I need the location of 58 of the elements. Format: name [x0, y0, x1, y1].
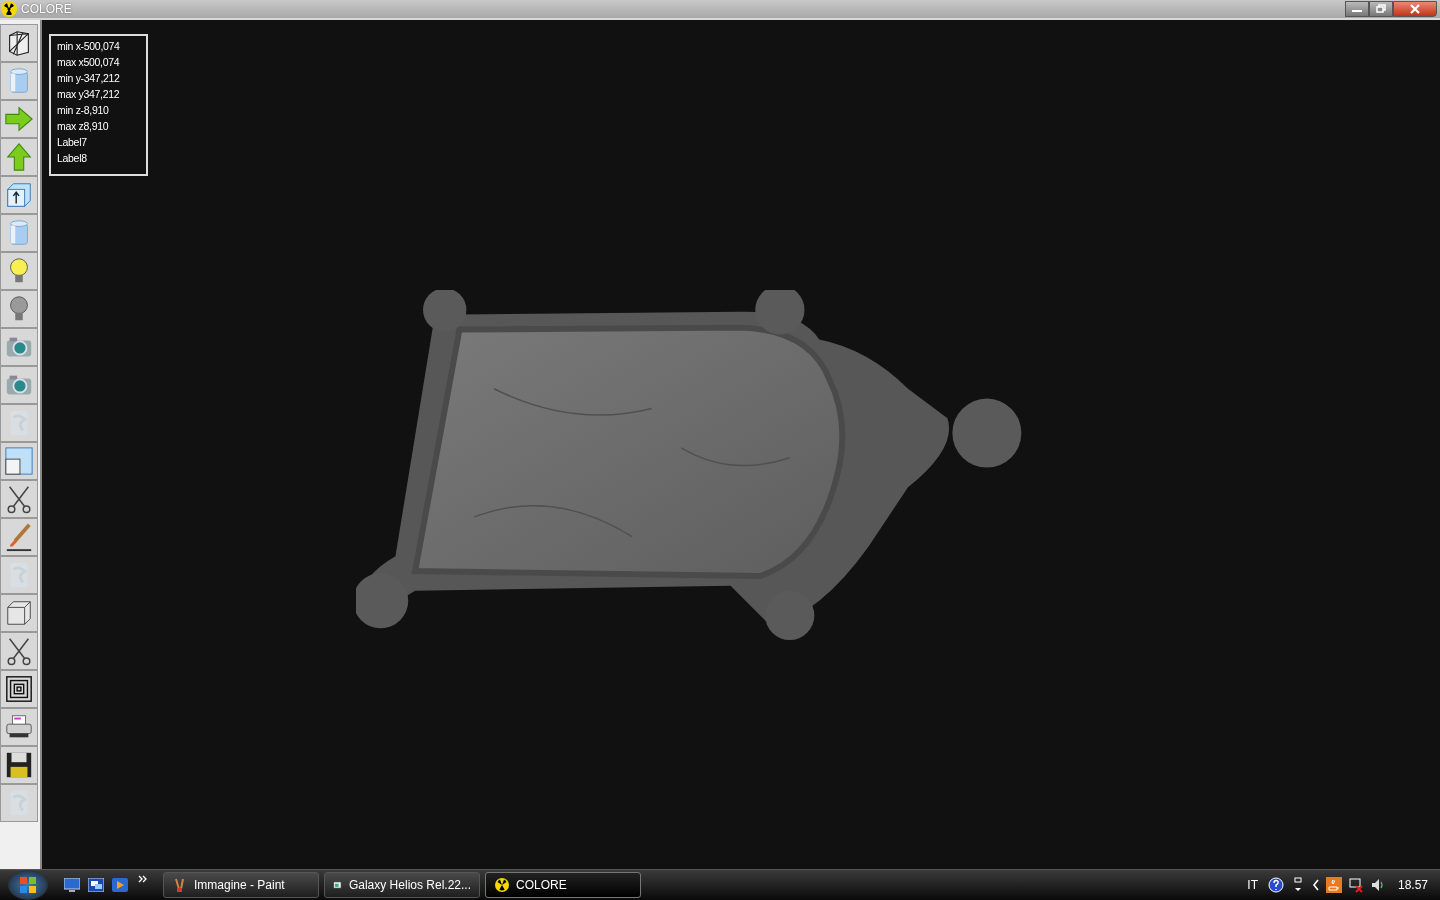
taskbar-button[interactable]: Galaxy Helios Rel.22... [324, 872, 480, 898]
radiation-icon [494, 877, 510, 893]
speaker-icon[interactable] [1369, 877, 1386, 893]
info-label: max x500,074 [57, 55, 121, 70]
restore-button[interactable] [1369, 1, 1393, 17]
squares-icon [4, 674, 34, 704]
info-label: min x-500,074 [57, 39, 121, 54]
windows-logo-icon [18, 875, 38, 895]
media-player-icon[interactable] [112, 878, 128, 892]
arrow-up-tool-button[interactable] [0, 138, 38, 176]
squares-tool-button[interactable] [0, 670, 38, 708]
info-label: Label7 [57, 135, 88, 150]
camera-tool-button[interactable] [0, 366, 38, 404]
close-button[interactable] [1393, 1, 1437, 17]
window-tool-button[interactable] [0, 442, 38, 480]
radiation-icon [1, 1, 17, 17]
arrow-right-tool-button[interactable] [0, 100, 38, 138]
cube-icon [4, 598, 34, 628]
box-arrow-tool-button[interactable] [0, 176, 38, 214]
camera-tool-button[interactable] [0, 328, 38, 366]
language-indicator[interactable]: IT [1247, 878, 1258, 892]
info-label: min y-347,212 [57, 71, 121, 86]
taskbar-button[interactable]: Immagine - Paint [163, 872, 319, 898]
minimize-button[interactable] [1345, 1, 1369, 17]
brush-tool-button[interactable] [0, 518, 38, 556]
arrow-right-icon [4, 104, 34, 134]
floppy-tool-button[interactable] [0, 746, 38, 784]
windows-switch-icon[interactable] [88, 878, 104, 892]
bulb-on-tool-button[interactable] [0, 252, 38, 290]
chevron-icon[interactable] [138, 875, 148, 883]
info-label: max y347,212 [57, 87, 121, 102]
restore-icon [1375, 4, 1387, 14]
printer-tool-button[interactable] [0, 708, 38, 746]
brush-icon [4, 522, 34, 552]
cube-tool-button[interactable] [0, 594, 38, 632]
network-error-icon[interactable] [1347, 877, 1364, 893]
bulb-off-tool-button[interactable] [0, 290, 38, 328]
scissors-icon [4, 636, 34, 666]
chevron-left-icon[interactable] [1311, 877, 1320, 893]
wireframe-tool-button[interactable] [0, 24, 38, 62]
box-arrow-icon [4, 180, 34, 210]
coffee-cup-icon[interactable] [1325, 877, 1342, 893]
scissors-tool-button[interactable] [0, 480, 38, 518]
floppy-icon [4, 750, 34, 780]
window-title: COLORE [21, 2, 72, 16]
scissors-icon [4, 484, 34, 514]
taskbar-button[interactable]: COLORE [485, 872, 641, 898]
scissors-tool-button[interactable] [0, 632, 38, 670]
start-button[interactable] [8, 870, 48, 900]
info-label: Label8 [57, 151, 88, 166]
arrow-up-icon [4, 142, 34, 172]
desktop-icon[interactable] [64, 878, 80, 892]
window-icon [4, 446, 34, 476]
help-icon[interactable] [1267, 877, 1284, 893]
info-label: min z-8,910 [57, 103, 110, 118]
close-icon [1409, 4, 1421, 14]
info-label: max z8,910 [57, 119, 110, 134]
clock[interactable]: 18.57 [1397, 878, 1428, 892]
